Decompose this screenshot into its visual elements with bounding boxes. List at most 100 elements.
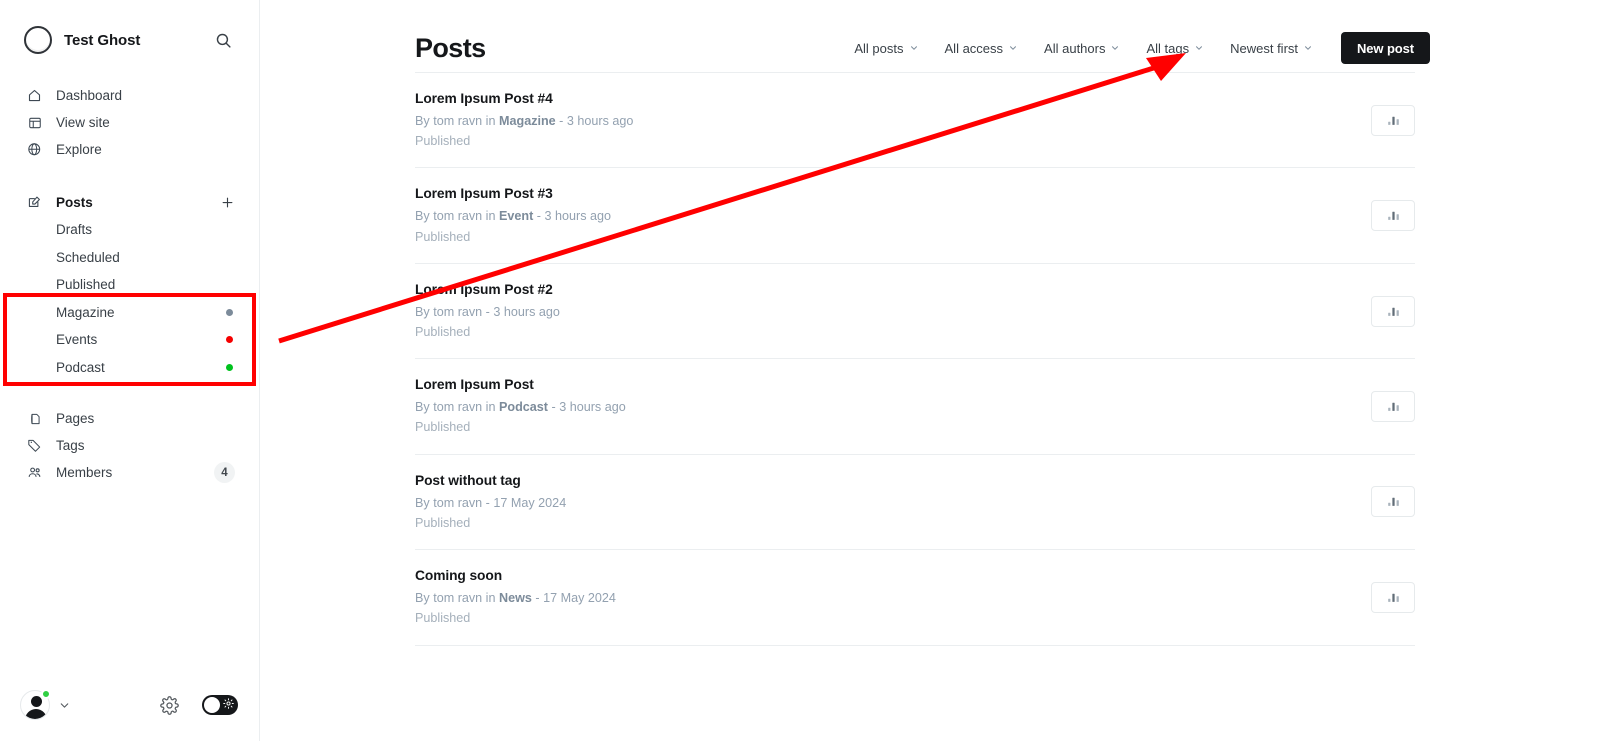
sidebar-item-dashboard[interactable]: Dashboard: [0, 82, 259, 109]
table-row[interactable]: Lorem Ipsum Post By tom ravn in Podcast …: [415, 359, 1415, 455]
post-title[interactable]: Lorem Ipsum Post #2: [415, 281, 1371, 299]
search-icon[interactable]: [211, 28, 235, 52]
toggle-knob: [204, 697, 220, 713]
post-tag: Event: [499, 209, 534, 224]
bar-chart-icon[interactable]: [1371, 104, 1415, 136]
sidebar-item-published[interactable]: Published: [0, 271, 259, 299]
sidebar-item-scheduled[interactable]: Scheduled: [0, 244, 259, 272]
sidebar-item-posts[interactable]: Posts: [0, 189, 259, 216]
bar-chart-icon[interactable]: [1371, 200, 1415, 232]
post-info: Coming soon By tom ravn in News - 17 May…: [415, 567, 1371, 627]
filter-all-posts[interactable]: All posts: [854, 41, 918, 56]
post-title[interactable]: Lorem Ipsum Post: [415, 376, 1371, 394]
gear-icon[interactable]: [158, 694, 180, 716]
post-info: Lorem Ipsum Post By tom ravn in Podcast …: [415, 376, 1371, 436]
avatar[interactable]: [20, 689, 51, 720]
sidebar-item-drafts[interactable]: Drafts: [0, 216, 259, 244]
post-tag: Podcast: [499, 400, 548, 415]
sidebar-item-events[interactable]: Events: [0, 326, 259, 354]
brand-row[interactable]: Test Ghost: [0, 12, 259, 68]
filter-label: All tags: [1146, 40, 1190, 56]
post-time: - 3 hours ago: [548, 400, 626, 415]
avatar-body: [25, 709, 47, 719]
bar-chart-icon[interactable]: [1371, 486, 1415, 518]
filter-label: All authors: [1044, 40, 1106, 56]
post-author: By tom ravn in: [415, 209, 499, 224]
chevron-down-icon: [1008, 43, 1018, 53]
sidebar-item-label: Tags: [56, 437, 85, 453]
filter-bar: All posts All access All authors All tag…: [828, 32, 1430, 64]
filter-all-access[interactable]: All access: [945, 41, 1019, 56]
filter-label: All access: [944, 40, 1004, 56]
bar-chart-icon[interactable]: [1371, 390, 1415, 422]
sidebar-item-label: Published: [56, 277, 116, 292]
chevron-down-icon: [1194, 43, 1204, 53]
post-author: By tom ravn in: [415, 591, 499, 606]
sidebar-item-members[interactable]: Members 4: [0, 459, 259, 486]
filter-all-authors[interactable]: All authors: [1044, 41, 1120, 56]
tag-color-dot: [226, 363, 233, 371]
sidebar-item-label: Posts: [56, 194, 93, 210]
post-time: - 3 hours ago: [533, 209, 612, 224]
sidebar-item-podcast[interactable]: Podcast: [0, 354, 259, 382]
table-row[interactable]: Post without tag By tom ravn - 17 May 20…: [415, 455, 1415, 551]
post-title[interactable]: Lorem Ipsum Post #4: [415, 90, 1371, 108]
sidebar-item-label: Podcast: [56, 359, 105, 375]
dark-mode-toggle[interactable]: [202, 695, 238, 715]
post-status: Published: [415, 325, 471, 340]
sidebar-item-tags[interactable]: Tags: [0, 432, 259, 459]
edit-icon: [26, 194, 43, 211]
post-author: By tom ravn: [415, 495, 483, 510]
post-title[interactable]: Post without tag: [415, 472, 1371, 490]
sidebar-item-pages[interactable]: Pages: [0, 405, 259, 432]
ghost-logo-icon: [24, 26, 52, 54]
post-meta: By tom ravn in Event - 3 hours ago: [415, 207, 1371, 225]
sidebar-footer: [0, 669, 260, 741]
post-list: Lorem Ipsum Post #4 By tom ravn in Magaz…: [415, 72, 1415, 646]
post-title[interactable]: Coming soon: [415, 567, 1371, 585]
post-info: Lorem Ipsum Post #3 By tom ravn in Event…: [415, 185, 1371, 245]
table-row[interactable]: Lorem Ipsum Post #4 By tom ravn in Magaz…: [415, 73, 1415, 169]
sidebar-item-explore[interactable]: Explore: [0, 136, 259, 163]
sidebar-item-label: View site: [56, 114, 110, 130]
filter-label: All posts: [854, 40, 904, 56]
primary-nav: Dashboard View site Explore: [0, 82, 259, 163]
sidebar-item-label: Scheduled: [56, 249, 120, 265]
post-status: Published: [415, 611, 471, 626]
sidebar-item-label: Members: [56, 464, 113, 480]
browser-icon: [26, 114, 43, 131]
sidebar-item-label: Dashboard: [56, 87, 123, 103]
chevron-down-icon[interactable]: [58, 699, 71, 712]
secondary-nav: Pages Tags Members 4: [0, 405, 259, 486]
tag-icon: [26, 437, 43, 454]
post-title[interactable]: Lorem Ipsum Post #3: [415, 185, 1371, 203]
sidebar-item-label: Explore: [56, 141, 102, 157]
online-dot: [41, 689, 51, 699]
table-row[interactable]: Lorem Ipsum Post #2 By tom ravn - 3 hour…: [415, 264, 1415, 360]
post-time: - 17 May 2024: [482, 495, 567, 510]
sidebar-item-label: Drafts: [56, 222, 93, 237]
post-meta: By tom ravn in Podcast - 3 hours ago: [415, 398, 1371, 416]
filter-sort-order[interactable]: Newest first: [1230, 41, 1313, 56]
post-tag: News: [499, 591, 532, 606]
post-tag: Magazine: [499, 113, 556, 128]
sidebar-item-view-site[interactable]: View site: [0, 109, 259, 136]
post-meta: By tom ravn in Magazine - 3 hours ago: [415, 112, 1371, 130]
table-row[interactable]: Coming soon By tom ravn in News - 17 May…: [415, 550, 1415, 646]
table-row[interactable]: Lorem Ipsum Post #3 By tom ravn in Event…: [415, 168, 1415, 264]
chevron-down-icon: [909, 43, 919, 53]
post-info: Lorem Ipsum Post #4 By tom ravn in Magaz…: [415, 90, 1371, 150]
new-post-button[interactable]: New post: [1341, 32, 1430, 64]
post-author: By tom ravn in: [415, 113, 499, 128]
post-info: Post without tag By tom ravn - 17 May 20…: [415, 472, 1371, 532]
sun-icon: [223, 698, 234, 709]
sidebar-item-label: Magazine: [56, 304, 115, 320]
bar-chart-icon[interactable]: [1371, 295, 1415, 327]
post-time: - 3 hours ago: [482, 304, 560, 319]
post-status: Published: [415, 515, 471, 530]
post-meta: By tom ravn in News - 17 May 2024: [415, 589, 1371, 607]
filter-all-tags[interactable]: All tags: [1146, 41, 1204, 56]
sidebar-item-magazine[interactable]: Magazine: [0, 299, 259, 327]
plus-icon[interactable]: [219, 195, 235, 211]
bar-chart-icon[interactable]: [1371, 581, 1415, 613]
